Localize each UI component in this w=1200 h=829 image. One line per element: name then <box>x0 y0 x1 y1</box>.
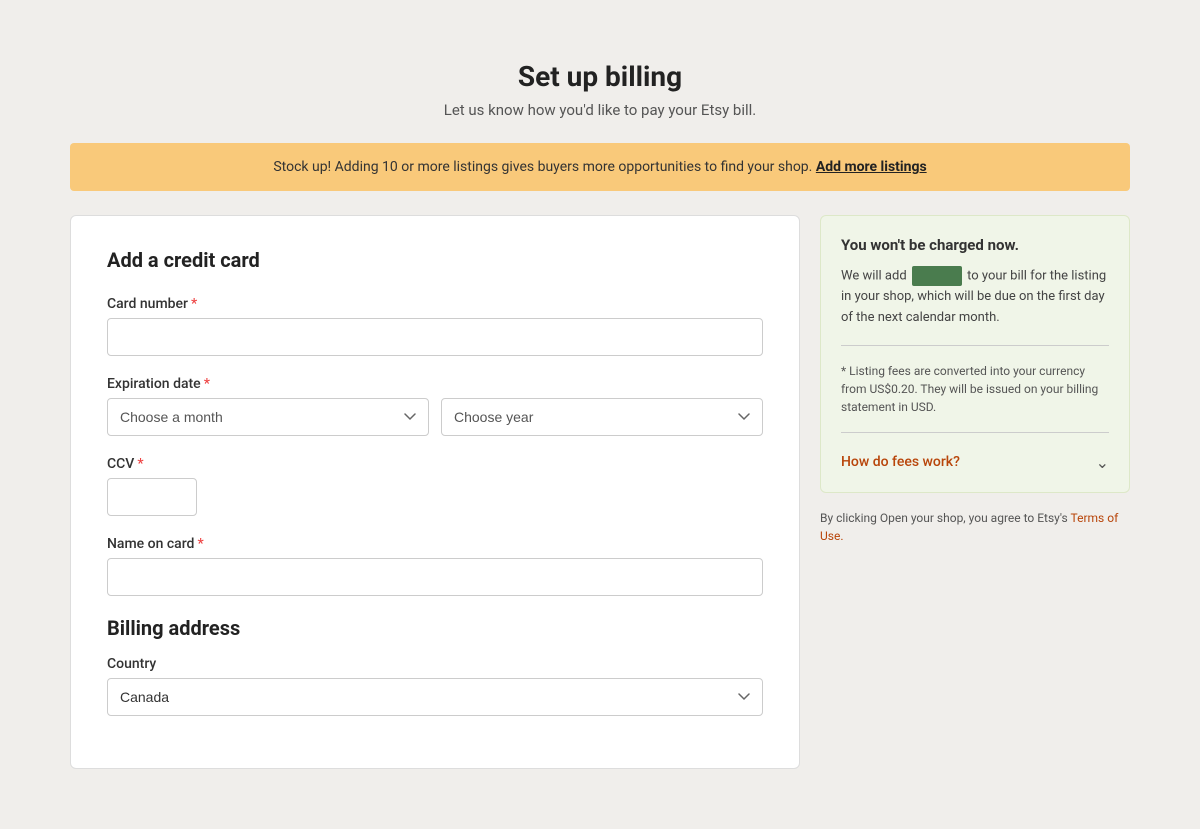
ccv-label: CCV* <box>107 456 763 472</box>
terms-prefix: By clicking Open your shop, you agree to… <box>820 511 1068 525</box>
card-number-group: Card number* <box>107 296 763 356</box>
divider-2 <box>841 432 1109 433</box>
ccv-group: CCV* <box>107 456 763 516</box>
page-container: Set up billing Let us know how you'd lik… <box>50 20 1150 809</box>
country-label: Country <box>107 656 763 672</box>
terms-text: By clicking Open your shop, you agree to… <box>820 509 1130 545</box>
fees-link-label: How do fees work? <box>841 454 960 470</box>
expiration-group: Expiration date* Choose a month JanuaryF… <box>107 376 763 436</box>
info-card-title: You won't be charged now. <box>841 236 1109 254</box>
banner-text: Stock up! Adding 10 or more listings giv… <box>273 159 812 175</box>
form-card: Add a credit card Card number* Expiratio… <box>70 215 800 769</box>
billing-section-title: Billing address <box>107 616 763 640</box>
country-select[interactable]: Canada United States United Kingdom <box>107 678 763 716</box>
month-select[interactable]: Choose a month JanuaryFebruaryMarchApril… <box>107 398 429 436</box>
country-group: Country Canada United States United King… <box>107 656 763 716</box>
info-text-part1: We will add <box>841 268 907 283</box>
credit-card-section-title: Add a credit card <box>107 248 763 272</box>
name-input[interactable] <box>107 558 763 596</box>
blurred-amount <box>912 266 962 286</box>
info-card: You won't be charged now. We will add to… <box>820 215 1130 493</box>
year-select[interactable]: Choose year 2024202520262027202820292030… <box>441 398 763 436</box>
chevron-down-icon: ⌄ <box>1096 453 1109 472</box>
add-listings-link[interactable]: Add more listings <box>816 159 927 175</box>
required-star-2: * <box>204 376 210 392</box>
page-subtitle: Let us know how you'd like to pay your E… <box>70 101 1130 119</box>
name-label: Name on card* <box>107 536 763 552</box>
expiration-label: Expiration date* <box>107 376 763 392</box>
ccv-input[interactable] <box>107 478 197 516</box>
promo-banner: Stock up! Adding 10 or more listings giv… <box>70 143 1130 191</box>
info-card-text: We will add to your bill for the listing… <box>841 266 1109 329</box>
required-star-4: * <box>197 536 203 552</box>
page-title: Set up billing <box>70 60 1130 93</box>
required-star-3: * <box>137 456 143 472</box>
fees-link[interactable]: How do fees work? ⌄ <box>841 449 1109 472</box>
fees-note: * Listing fees are converted into your c… <box>841 362 1109 416</box>
card-number-input[interactable] <box>107 318 763 356</box>
card-number-label: Card number* <box>107 296 763 312</box>
expiry-row: Choose a month JanuaryFebruaryMarchApril… <box>107 398 763 436</box>
required-star: * <box>191 296 197 312</box>
sidebar: You won't be charged now. We will add to… <box>820 215 1130 545</box>
main-content: Add a credit card Card number* Expiratio… <box>70 215 1130 769</box>
divider-1 <box>841 345 1109 346</box>
name-group: Name on card* <box>107 536 763 596</box>
